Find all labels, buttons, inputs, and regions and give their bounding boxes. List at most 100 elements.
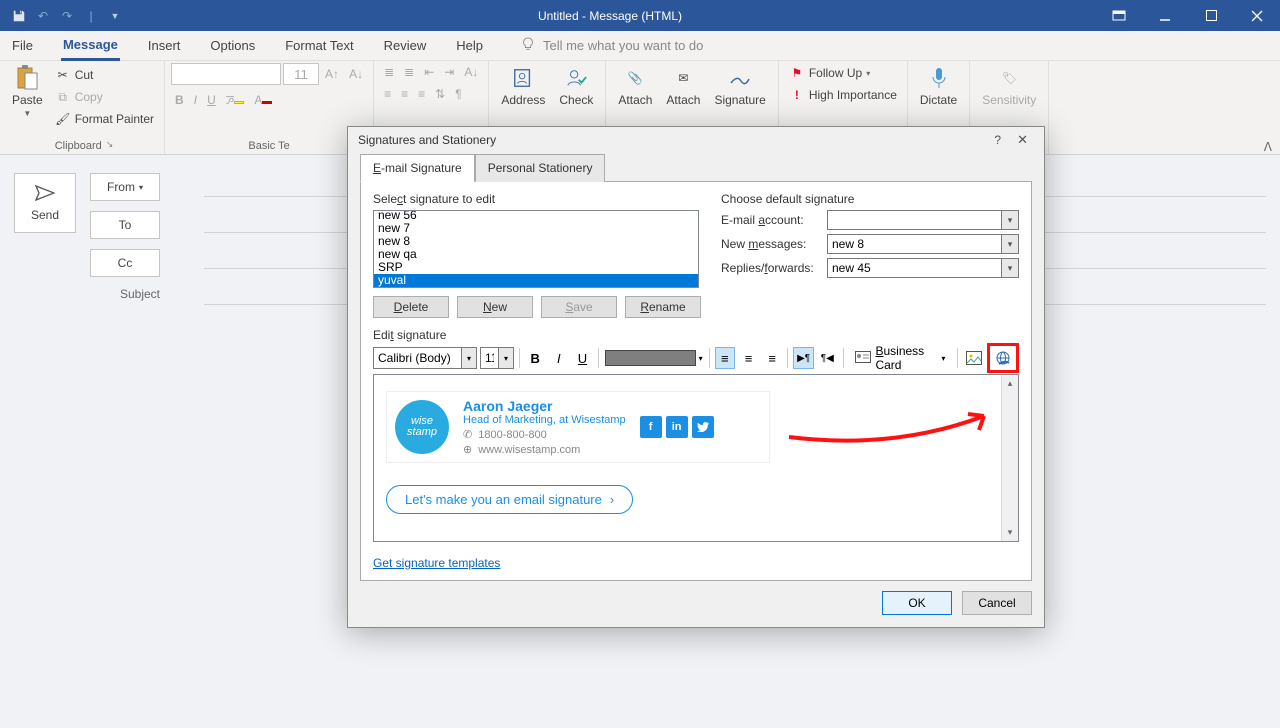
align-left-icon[interactable]: ≡ — [715, 347, 736, 369]
cc-button[interactable]: Cc — [90, 249, 160, 277]
bullets-icon[interactable]: ≣ — [380, 63, 398, 81]
signature-list-item[interactable]: new 8 — [374, 235, 698, 248]
to-button[interactable]: To — [90, 211, 160, 239]
templates-link[interactable]: Get signature templates — [373, 556, 500, 570]
signature-list[interactable]: new 56new 7new 8new qaSRPyuval — [373, 210, 699, 288]
ok-button[interactable]: OK — [882, 591, 952, 615]
align-right-icon[interactable]: ≡ — [414, 85, 429, 103]
insert-picture-icon[interactable] — [963, 347, 984, 369]
rename-button[interactable]: Rename — [625, 296, 701, 318]
outdent-icon[interactable]: ⇤ — [420, 63, 438, 81]
bold-icon[interactable]: B — [171, 91, 188, 109]
scroll-down-icon[interactable]: ▾ — [1002, 524, 1018, 541]
numbering-icon[interactable]: ≣ — [400, 63, 418, 81]
scroll-up-icon[interactable]: ▴ — [1002, 375, 1018, 392]
ltr-icon[interactable]: ▶¶ — [793, 347, 814, 369]
align-left-icon[interactable]: ≡ — [380, 85, 395, 103]
signature-editor[interactable]: wise stamp Aaron Jaeger Head of Marketin… — [373, 374, 1019, 542]
delete-button[interactable]: Delete — [373, 296, 449, 318]
bold-icon[interactable]: B — [525, 347, 546, 369]
dictate-button[interactable]: Dictate — [914, 63, 963, 109]
envelope-icon: ✉ — [670, 65, 696, 91]
font-size-combo[interactable]: ▾ — [480, 347, 514, 369]
undo-icon[interactable]: ↶ — [34, 7, 52, 25]
high-importance-button[interactable]: !High Importance — [785, 85, 901, 105]
chevron-down-icon[interactable]: ▾ — [1001, 210, 1019, 230]
tab-insert[interactable]: Insert — [146, 32, 183, 59]
attach-file-button[interactable]: 📎Attach — [612, 63, 658, 109]
editor-scrollbar[interactable]: ▴ ▾ — [1001, 375, 1018, 541]
tab-file[interactable]: File — [10, 32, 35, 59]
align-right-icon[interactable]: ≡ — [762, 347, 783, 369]
font-family-select[interactable] — [171, 63, 281, 85]
replies-combo[interactable]: ▾ — [827, 258, 1019, 278]
help-icon[interactable]: ? — [984, 133, 1011, 147]
italic-icon[interactable]: I — [549, 347, 570, 369]
qat-dropdown-icon[interactable]: ▼ — [106, 7, 124, 25]
indent-icon[interactable]: ⇥ — [440, 63, 458, 81]
email-account-combo[interactable]: ▾ — [827, 210, 1019, 230]
maximize-icon[interactable] — [1188, 0, 1234, 31]
close-icon[interactable] — [1234, 0, 1280, 31]
rtl-icon[interactable]: ¶◀ — [817, 347, 838, 369]
cut-button[interactable]: ✂Cut — [51, 65, 158, 85]
chevron-down-icon[interactable]: ▾ — [1001, 258, 1019, 278]
minimize-icon[interactable] — [1142, 0, 1188, 31]
new-button[interactable]: New — [457, 296, 533, 318]
signature-button[interactable]: Signature — [708, 63, 771, 109]
tab-help[interactable]: Help — [454, 32, 485, 59]
follow-up-button[interactable]: ⚑Follow Up ▾ — [785, 63, 874, 83]
chevron-down-icon[interactable]: ▾ — [498, 347, 514, 369]
chevron-down-icon[interactable]: ▾ — [1001, 234, 1019, 254]
signature-list-item[interactable]: new 56 — [374, 210, 698, 222]
tab-message[interactable]: Message — [61, 31, 120, 61]
underline-icon[interactable]: U — [203, 91, 220, 109]
italic-icon[interactable]: I — [190, 91, 201, 109]
line-spacing-icon[interactable]: ⇅ — [431, 85, 449, 103]
insert-hyperlink-icon[interactable] — [991, 347, 1015, 369]
new-messages-combo[interactable]: ▾ — [827, 234, 1019, 254]
shrink-font-icon[interactable]: A↓ — [345, 65, 367, 83]
align-center-icon[interactable]: ≡ — [738, 347, 759, 369]
tab-review[interactable]: Review — [382, 32, 429, 59]
send-button[interactable]: Send — [14, 173, 76, 233]
twitter-icon[interactable] — [692, 416, 714, 438]
collapse-ribbon-icon[interactable]: ᐱ — [1264, 140, 1272, 154]
cancel-button[interactable]: Cancel — [962, 591, 1032, 615]
tab-options[interactable]: Options — [208, 32, 257, 59]
paragraph-mark-icon[interactable]: ¶ — [451, 85, 465, 103]
font-size-select[interactable] — [283, 63, 319, 85]
close-icon[interactable]: ✕ — [1011, 132, 1034, 148]
underline-icon[interactable]: U — [572, 347, 593, 369]
save-icon[interactable] — [10, 7, 28, 25]
signature-list-item[interactable]: new qa — [374, 248, 698, 261]
paste-button[interactable]: Paste ▼ — [6, 63, 49, 120]
font-family-combo[interactable]: ▾ — [373, 347, 477, 369]
align-center-icon[interactable]: ≡ — [397, 85, 412, 103]
check-names-button[interactable]: Check — [553, 63, 599, 109]
cta-button[interactable]: Let's make you an email signature › — [386, 485, 633, 514]
tab-personal-stationery[interactable]: Personal Stationery — [475, 154, 606, 182]
tab-format-text[interactable]: Format Text — [283, 32, 355, 59]
linkedin-icon[interactable]: in — [666, 416, 688, 438]
signature-list-item[interactable]: yuval — [374, 274, 698, 287]
ribbon-display-icon[interactable] — [1096, 0, 1142, 31]
highlight-icon[interactable]: ꯍ — [222, 89, 249, 110]
font-color-picker[interactable]: ▾ — [604, 347, 704, 369]
font-color-icon[interactable]: A — [250, 91, 276, 109]
attach-item-button[interactable]: ✉Attach — [660, 63, 706, 109]
grow-font-icon[interactable]: A↑ — [321, 65, 343, 83]
redo-icon[interactable]: ↷ — [58, 7, 76, 25]
from-button[interactable]: From ▾ — [90, 173, 160, 201]
tell-me-search[interactable]: Tell me what you want to do — [521, 37, 703, 54]
signature-list-item[interactable]: SRP — [374, 261, 698, 274]
chevron-down-icon[interactable]: ▾ — [461, 347, 477, 369]
sort-icon[interactable]: A↓ — [460, 63, 482, 81]
dialog-launcher-icon[interactable]: ↘ — [106, 139, 114, 149]
format-painter-button[interactable]: 🖌Format Painter — [51, 109, 158, 129]
signature-list-item[interactable]: new 7 — [374, 222, 698, 235]
address-book-button[interactable]: Address — [495, 63, 551, 109]
business-card-button[interactable]: Business Card ▾ — [848, 341, 952, 375]
tab-email-signature[interactable]: E-mail Signature — [360, 154, 475, 182]
facebook-icon[interactable]: f — [640, 416, 662, 438]
